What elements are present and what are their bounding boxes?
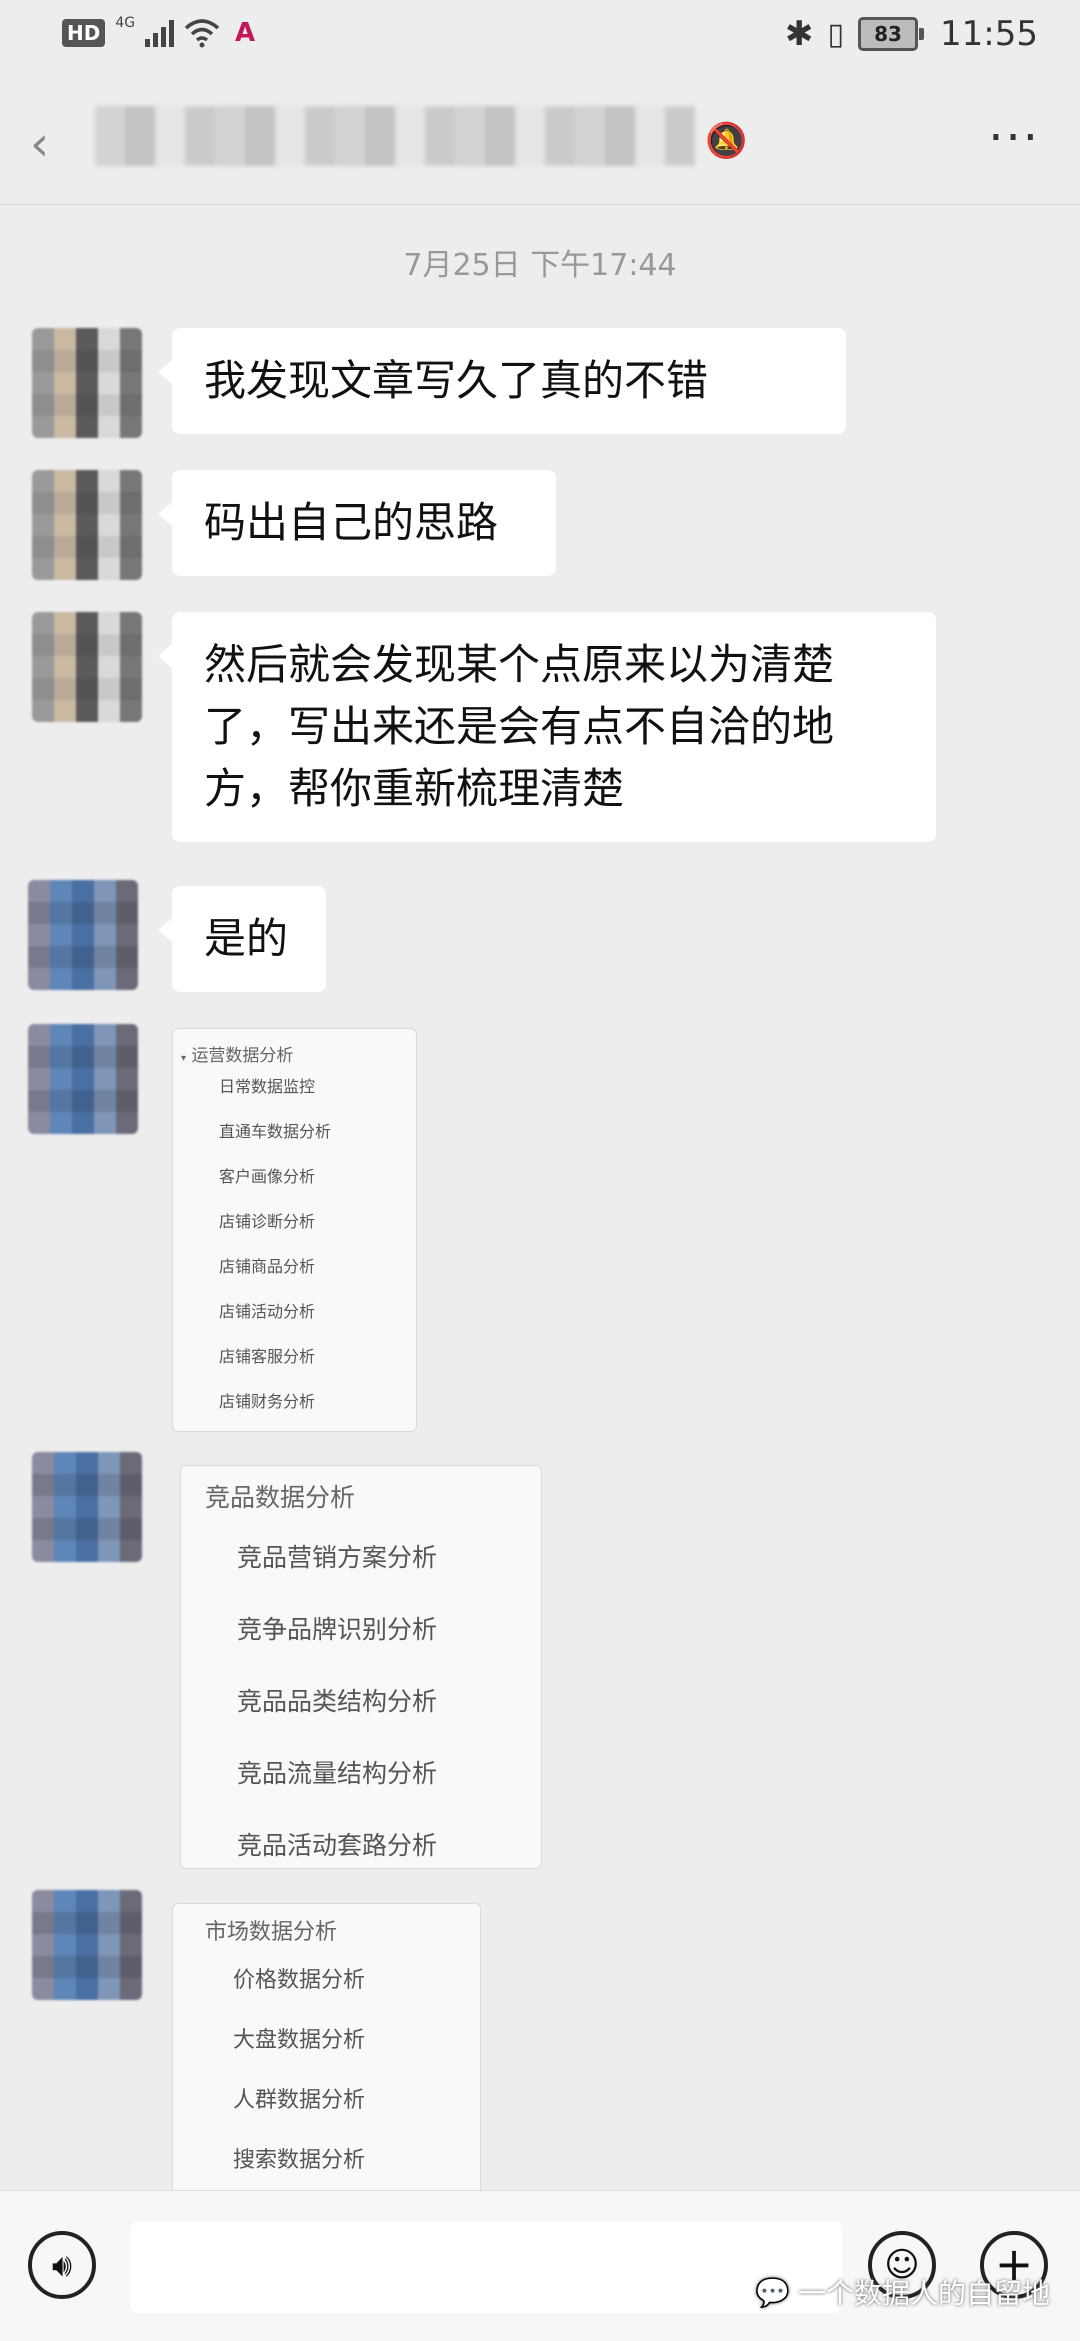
vibrate-icon: ▯ [827,16,845,52]
avatar[interactable] [32,612,142,722]
status-right: ✱ ▯ 83 11:55 [785,14,1038,54]
tree-item: 竞品活动套路分析 [237,1831,438,1860]
wechat-icon: 💬 [755,2275,790,2309]
image-message[interactable]: ▾ 运营数据分析 日常数据监控 直通车数据分析 客户画像分析 店铺诊断分析 店铺… [172,1028,417,1432]
message-input[interactable] [130,2221,842,2313]
message-bubble[interactable]: 码出自己的思路 [158,470,556,576]
tree-item: 店铺商品分析 [219,1257,316,1276]
avatar[interactable] [32,328,142,438]
message-text: 码出自己的思路 [204,498,499,547]
image-message[interactable]: 市场数据分析 价格数据分析 大盘数据分析 人群数据分析 搜索数据分析 [172,1903,481,2191]
tree-item: 竞争品牌识别分析 [237,1615,438,1644]
chat-title-blurred [95,106,695,166]
avatar[interactable] [28,880,138,990]
status-bar: HD 4G A ✱ ▯ 83 11:55 [0,0,1080,76]
chat-header: ‹ 🔕 ··· [0,76,1080,205]
back-icon[interactable]: ‹ [30,116,49,172]
tree-item: 客户画像分析 [219,1167,316,1186]
avatar[interactable] [32,1452,142,1562]
avatar[interactable] [32,1890,142,2000]
tree-item: 人群数据分析 [233,2088,366,2113]
watermark: 💬 一个数据人的自留地 [755,2272,1050,2312]
status-left: HD 4G A [62,15,260,48]
voice-input-icon[interactable]: 🔊︎ [28,2231,96,2299]
watermark-text: 一个数据人的自留地 [797,2277,1050,2310]
tree-item: 价格数据分析 [233,1968,366,1993]
tree-item: 店铺活动分析 [219,1302,316,1321]
tree-title: ▾ 运营数据分析 [181,1046,294,1066]
image-message[interactable]: 竞品数据分析 竞品营销方案分析 竞争品牌识别分析 竞品品类结构分析 竞品流量结构… [180,1465,542,1869]
more-icon[interactable]: ··· [988,110,1040,166]
tree-item: 搜索数据分析 [233,2148,366,2173]
message-text: 然后就会发现某个点原来以为清楚了，写出来还是会有点不自洽的地方，帮你重新梳理清楚 [204,640,835,813]
caret-down-icon: ▾ [181,1053,187,1064]
tree-item: 店铺客服分析 [219,1347,316,1366]
avatar[interactable] [32,470,142,580]
network-type: 4G [115,15,136,31]
message-bubble[interactable]: 是的 [158,886,326,992]
clock: 11:55 [940,14,1038,54]
wifi-icon [184,19,220,48]
chat-input-bar: 🔊︎ ☺ + [0,2190,1080,2341]
tree-item: 店铺诊断分析 [219,1212,316,1231]
message-bubble[interactable]: 然后就会发现某个点原来以为清楚了，写出来还是会有点不自洽的地方，帮你重新梳理清楚 [158,612,936,842]
avatar[interactable] [28,1024,138,1134]
tree-item: 竞品品类结构分析 [237,1687,438,1716]
signal-icon [145,19,175,47]
tree-title: 竞品数据分析 [205,1483,356,1512]
tree-item: 日常数据监控 [219,1077,316,1096]
tree-item: 店铺财务分析 [219,1392,316,1411]
tree-title: 市场数据分析 [205,1920,338,1945]
mute-bell-icon: 🔕 [705,121,748,161]
hd-badge: HD [62,19,106,47]
battery-indicator: 83 [858,17,925,51]
message-text: 是的 [204,914,289,963]
tree-item: 直通车数据分析 [219,1122,332,1141]
tree-item: 竞品营销方案分析 [237,1543,438,1572]
tree-item: 大盘数据分析 [233,2028,366,2053]
message-timestamp: 7月25日 下午17:44 [403,248,677,283]
message-text: 我发现文章写久了真的不错 [204,356,709,405]
bluetooth-icon: ✱ [785,14,814,54]
tree-item: 竞品流量结构分析 [237,1759,438,1788]
message-bubble[interactable]: 我发现文章写久了真的不错 [158,328,846,434]
app-notification-icon: A [235,18,256,48]
